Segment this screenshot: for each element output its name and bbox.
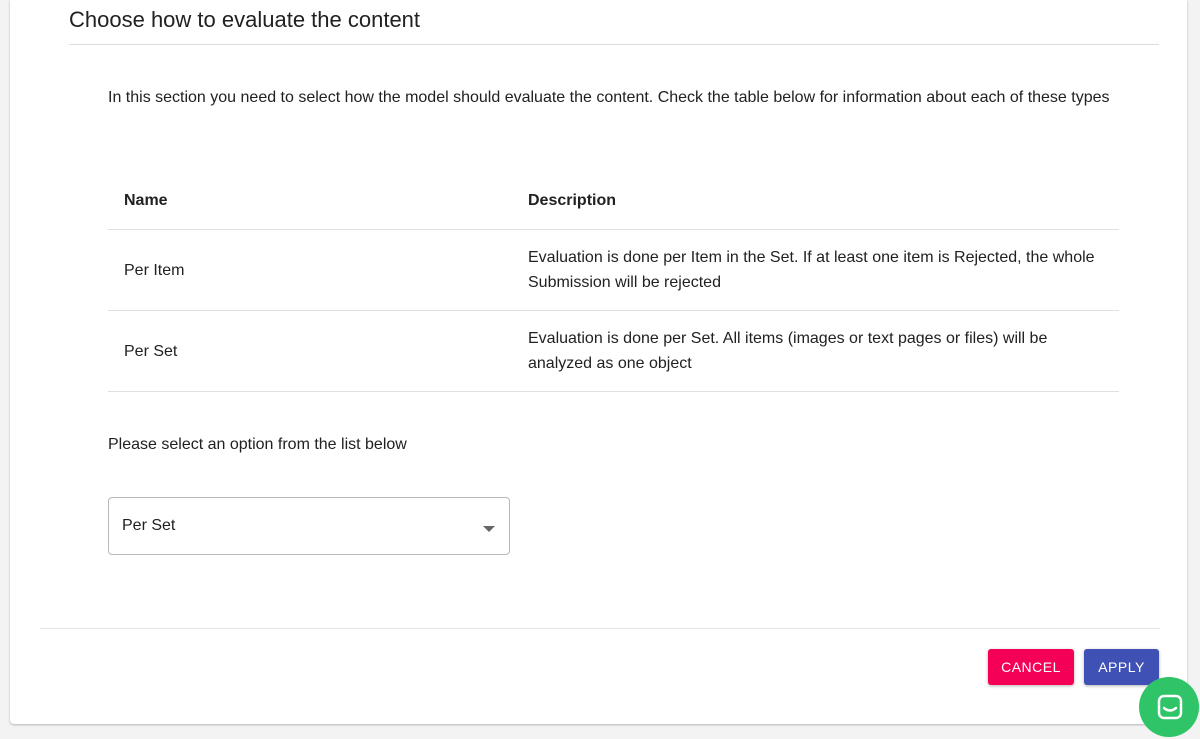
- row-description: Evaluation is done per Item in the Set. …: [512, 229, 1119, 311]
- table-header-row: Name Description: [108, 172, 1119, 230]
- row-description: Evaluation is done per Set. All items (i…: [512, 310, 1119, 392]
- select-prompt: Please select an option from the list be…: [108, 436, 407, 453]
- table-row: Per Item Evaluation is done per Item in …: [108, 229, 1119, 311]
- row-name: Per Item: [108, 229, 512, 311]
- cancel-button[interactable]: CANCEL: [988, 649, 1074, 685]
- footer-divider: [40, 628, 1160, 629]
- chat-icon: [1157, 694, 1183, 720]
- select-value: Per Set: [122, 517, 176, 534]
- apply-button[interactable]: APPLY: [1084, 649, 1159, 685]
- column-header-description: Description: [512, 172, 1119, 230]
- evaluation-dialog: Choose how to evaluate the content In th…: [10, 0, 1187, 724]
- evaluation-types-table: Name Description Per Item Evaluation is …: [108, 172, 1119, 392]
- title-divider: [69, 44, 1159, 45]
- dialog-title: Choose how to evaluate the content: [69, 7, 421, 32]
- evaluation-type-select[interactable]: Per Set: [108, 497, 510, 555]
- column-header-name: Name: [108, 172, 512, 230]
- row-name: Per Set: [108, 310, 512, 392]
- intro-text: In this section you need to select how t…: [108, 89, 1110, 106]
- chat-launcher-button[interactable]: [1139, 677, 1199, 737]
- table-row: Per Set Evaluation is done per Set. All …: [108, 310, 1119, 392]
- chevron-down-icon: [483, 526, 495, 532]
